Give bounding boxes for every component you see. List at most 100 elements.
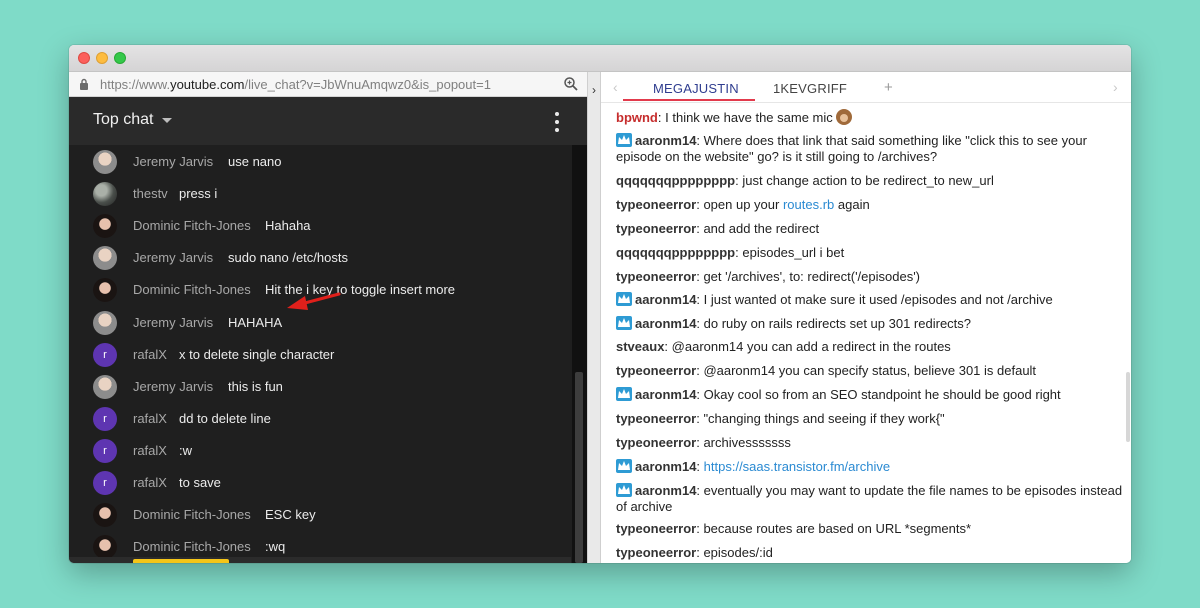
message-author[interactable]: rafalX <box>133 475 167 490</box>
message-text: @aaronm14 you can add a redirect in the … <box>671 339 951 354</box>
message-text: Okay cool so from an SEO standpoint he s… <box>703 387 1061 402</box>
message-author[interactable]: typeoneerror <box>616 435 696 450</box>
message-author[interactable]: qqqqqqqpppppppp <box>616 245 735 260</box>
message-author[interactable]: bpwnd <box>616 110 658 125</box>
message-author[interactable]: aaronm14 <box>635 292 696 307</box>
chevron-right-icon[interactable]: › <box>1113 79 1118 95</box>
avatar[interactable] <box>93 374 117 399</box>
zoom-window-button[interactable] <box>114 52 126 64</box>
message-text: and add the redirect <box>703 221 820 236</box>
message-author[interactable]: rafalX <box>133 411 167 426</box>
crown-badge-icon <box>616 387 632 401</box>
chat-message: typeoneerror: get '/archives', to: redir… <box>616 269 921 284</box>
chat-message: r rafalX:w <box>69 435 571 467</box>
top-chat-selector[interactable]: Top chat <box>93 111 153 129</box>
avatar[interactable] <box>93 503 117 528</box>
chat-tabs: ‹ MEGAJUSTIN 1KEVGRIFF + › <box>601 72 1131 103</box>
active-tab-indicator <box>623 99 755 101</box>
avatar[interactable] <box>93 246 117 271</box>
chat-scrollbar-thumb[interactable] <box>575 372 583 563</box>
message-author[interactable]: Dominic Fitch-Jones <box>133 282 251 297</box>
chat-message: aaronm14: I just wanted ot make sure it … <box>616 292 1124 308</box>
message-author[interactable]: typeoneerror <box>616 197 696 212</box>
message-author[interactable]: stveaux <box>616 339 664 354</box>
chevron-left-icon[interactable]: ‹ <box>613 79 618 95</box>
chevron-down-icon[interactable] <box>162 118 172 123</box>
message-author[interactable]: rafalX <box>133 443 167 458</box>
message-author[interactable]: aaronm14 <box>635 316 696 331</box>
multi-chat-pane: ‹ MEGAJUSTIN 1KEVGRIFF + › bpwnd: I thin… <box>601 72 1131 563</box>
chat-message: stveaux: @aaronm14 you can add a redirec… <box>616 339 951 354</box>
message-author[interactable]: Dominic Fitch-Jones <box>133 218 251 233</box>
avatar[interactable] <box>93 182 117 207</box>
chat-message: Dominic Fitch-Jones ESC key <box>69 499 571 531</box>
message-author[interactable]: thestv <box>133 186 168 201</box>
avatar[interactable]: r <box>93 406 117 431</box>
message-author[interactable]: typeoneerror <box>616 411 696 426</box>
message-text: get '/archives', to: redirect('/episodes… <box>703 269 921 284</box>
lock-icon <box>80 78 88 90</box>
message-author[interactable]: typeoneerror <box>616 545 696 560</box>
url-prefix: https://www. <box>100 77 171 92</box>
chat-message: thestv press i <box>69 178 571 210</box>
message-author[interactable]: Dominic Fitch-Jones <box>133 507 251 522</box>
message-author[interactable]: aaronm14 <box>635 387 696 402</box>
message-text: :wq <box>265 539 286 555</box>
message-text: I just wanted ot make sure it used /epis… <box>703 292 1053 307</box>
avatar[interactable] <box>93 278 117 303</box>
chat-message-list: Jeremy Jarvis use nano thestv press i Domini… <box>69 145 571 563</box>
avatar[interactable]: r <box>93 438 117 463</box>
chat-scrollbar-thumb[interactable] <box>1126 372 1130 442</box>
message-author[interactable]: qqqqqqqpppppppp <box>616 173 735 188</box>
tab-1kevgriff[interactable]: 1KEVGRIFF <box>773 81 847 96</box>
crown-badge-icon <box>616 133 632 147</box>
tab-megajustin[interactable]: MEGAJUSTIN <box>653 81 739 96</box>
avatar[interactable]: r <box>93 342 117 367</box>
message-author[interactable]: Jeremy Jarvis <box>133 250 213 265</box>
message-link[interactable]: https://saas.transistor.fm/archive <box>704 459 890 474</box>
message-author[interactable]: typeoneerror <box>616 363 696 378</box>
zoom-magnifier-icon[interactable] <box>563 76 579 92</box>
message-text: use nano <box>228 154 282 169</box>
message-link[interactable]: routes.rb <box>783 197 834 212</box>
expand-arrow-icon[interactable]: › <box>592 83 596 97</box>
message-author[interactable]: aaronm14 <box>635 459 696 474</box>
pane-divider[interactable]: › <box>587 72 601 563</box>
message-author[interactable]: typeoneerror <box>616 269 696 284</box>
message-text: archivesssssss <box>703 435 791 450</box>
message-text: episodes/:id <box>703 545 773 560</box>
message-author[interactable]: rafalX <box>133 347 167 362</box>
message-author[interactable]: Dominic Fitch-Jones <box>133 539 251 554</box>
message-author[interactable]: aaronm14 <box>635 133 696 148</box>
message-author[interactable]: typeoneerror <box>616 221 696 236</box>
more-options-icon[interactable] <box>555 112 559 132</box>
message-author[interactable]: typeoneerror <box>616 521 696 536</box>
chat-message: aaronm14: Okay cool so from an SEO stand… <box>616 387 1124 403</box>
message-text: @aaronm14 you can specify status, believ… <box>703 363 1037 378</box>
address-bar[interactable]: https://www.youtube.com/live_chat?v=JbWn… <box>69 72 587 97</box>
message-text: sudo nano /etc/hosts <box>228 250 348 266</box>
avatar[interactable] <box>93 310 117 335</box>
message-text: "changing things and seeing if they work… <box>703 411 945 426</box>
message-author[interactable]: Jeremy Jarvis <box>133 315 213 330</box>
avatar[interactable] <box>93 214 117 239</box>
message-text: HAHAHA <box>228 314 283 330</box>
minimize-window-button[interactable] <box>96 52 108 64</box>
message-author[interactable]: Jeremy Jarvis <box>133 379 213 394</box>
avatar[interactable]: r <box>93 471 117 495</box>
chat-message: aaronm14: Where does that link that said… <box>616 133 1087 164</box>
url-text[interactable]: https://www.youtube.com/live_chat?v=JbWn… <box>100 77 491 92</box>
close-window-button[interactable] <box>78 52 90 64</box>
url-path: /live_chat?v=JbWnuAmqwz0&is_popout=1 <box>244 77 491 92</box>
message-text: do ruby on rails redirects set up 301 re… <box>703 316 972 331</box>
avatar[interactable] <box>93 535 117 560</box>
chat-message: bpwnd: I think we have the same mic <box>616 109 1124 126</box>
chat-message: typeoneerror: open up your routes.rb aga… <box>616 197 870 212</box>
message-author[interactable]: Jeremy Jarvis <box>133 154 213 169</box>
message-text: episodes_url i bet <box>742 245 845 260</box>
youtube-live-chat-pane: https://www.youtube.com/live_chat?v=JbWn… <box>69 72 587 563</box>
add-tab-button[interactable]: + <box>884 79 893 96</box>
message-author[interactable]: aaronm14 <box>635 483 696 498</box>
avatar[interactable] <box>93 150 117 174</box>
message-text: press i <box>179 186 218 202</box>
